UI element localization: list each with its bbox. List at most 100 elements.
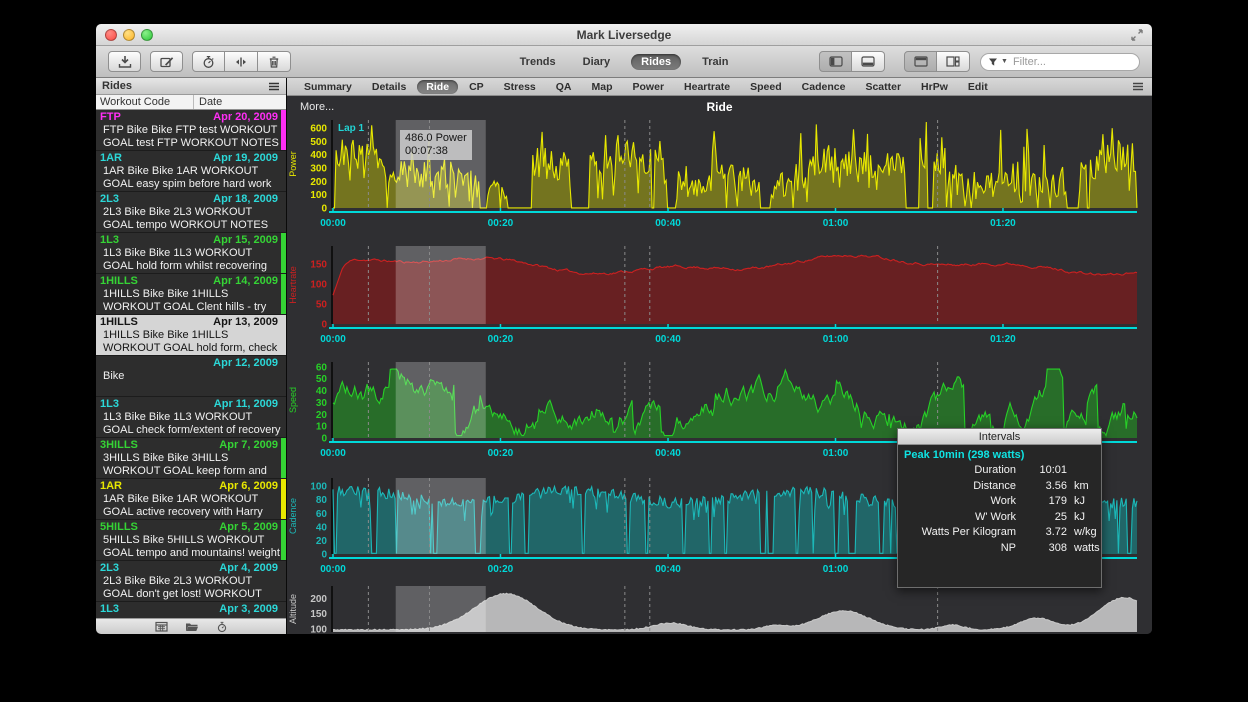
ride-workout-code: 1L3	[100, 398, 119, 411]
ride-list-item[interactable]: 2L3 Apr 18, 2009 2L3 Bike Bike 2L3 WORKO…	[96, 192, 286, 233]
rides-sidebar: Rides Workout Code Date FTP Apr 20, 2009…	[96, 78, 287, 634]
svg-text:500: 500	[310, 137, 327, 148]
ride-description-line2: GOAL tempo and mountains! weight	[100, 547, 282, 560]
ride-list-item[interactable]: 3HILLS Apr 7, 2009 3HILLS Bike Bike 3HIL…	[96, 438, 286, 479]
ride-workout-code: FTP	[100, 111, 121, 124]
ride-date: Apr 4, 2009	[219, 562, 278, 575]
single-view-button[interactable]	[904, 51, 937, 72]
interval-metric-row: W' Work 25 kJ	[904, 510, 1095, 526]
title-bar[interactable]: Mark Liversedge	[96, 24, 1152, 46]
nav-train[interactable]: Train	[696, 54, 734, 70]
tab-speed[interactable]: Speed	[741, 80, 791, 94]
svg-text:00:00: 00:00	[320, 564, 346, 575]
svg-text:Speed: Speed	[288, 387, 298, 413]
close-button[interactable]	[105, 29, 117, 41]
ride-workout-code: 1HILLS	[100, 275, 138, 288]
ride-list-item[interactable]: 1L3 Apr 15, 2009 1L3 Bike Bike 1L3 WORKO…	[96, 233, 286, 274]
ride-workout-code: 3HILLS	[100, 439, 138, 452]
tab-summary[interactable]: Summary	[295, 80, 361, 94]
intervals-popup[interactable]: Intervals Peak 10min (298 watts) Duratio…	[897, 428, 1102, 588]
tiled-view-button[interactable]	[937, 51, 970, 72]
delete-ride-button[interactable]	[258, 51, 291, 72]
stopwatch-icon	[201, 55, 216, 69]
heartrate-chart[interactable]: 050100150Heartrate00:0000:2000:4001:0001…	[287, 246, 1152, 350]
nav-trends[interactable]: Trends	[514, 54, 562, 70]
column-workout-code[interactable]: Workout Code	[96, 95, 194, 109]
edit-ride-button[interactable]	[150, 51, 183, 72]
ride-list-item[interactable]: 1L3 Apr 11, 2009 1L3 Bike Bike 1L3 WORKO…	[96, 397, 286, 438]
calendar-icon[interactable]	[155, 621, 168, 632]
ride-list-item[interactable]: Apr 12, 2009 Bike	[96, 356, 286, 397]
nav-rides[interactable]: Rides	[631, 54, 681, 70]
split-ride-button[interactable]	[225, 51, 258, 72]
ride-list-item[interactable]: 1HILLS Apr 14, 2009 1HILLS Bike Bike 1HI…	[96, 274, 286, 315]
metric-label: W' Work	[904, 510, 1016, 526]
svg-text:50: 50	[316, 300, 328, 311]
app-window: Mark Liversedge	[96, 24, 1152, 634]
nav-diary[interactable]: Diary	[577, 54, 617, 70]
ride-list-item[interactable]: 2L3 Apr 4, 2009 2L3 Bike Bike 2L3 WORKOU…	[96, 561, 286, 602]
folder-icon[interactable]	[185, 621, 199, 632]
tab-details[interactable]: Details	[363, 80, 415, 94]
tabbar-menu-icon[interactable]	[1132, 82, 1144, 91]
tab-cp[interactable]: CP	[460, 80, 493, 94]
ride-color-bar	[281, 479, 286, 519]
metric-unit: w/kg	[1074, 525, 1097, 541]
ride-list-item[interactable]: 1AR Apr 6, 2009 1AR Bike Bike 1AR WORKOU…	[96, 479, 286, 520]
tab-qa[interactable]: QA	[547, 80, 581, 94]
tooltip-power: 486.0 Power	[405, 132, 467, 145]
sidebar-menu-icon[interactable]	[268, 82, 280, 91]
zoom-button[interactable]	[141, 29, 153, 41]
svg-text:Heartrate: Heartrate	[288, 266, 298, 304]
ride-workout-code: 1AR	[100, 152, 122, 165]
tab-scatter[interactable]: Scatter	[856, 80, 910, 94]
ride-description-line2: WORKOUT GOAL keep form and	[100, 465, 282, 478]
tab-cadence[interactable]: Cadence	[793, 80, 855, 94]
ride-description-line1: 1AR Bike Bike 1AR WORKOUT	[100, 493, 282, 506]
fullscreen-icon[interactable]	[1130, 28, 1144, 42]
filter-input[interactable]	[1011, 55, 1152, 69]
ride-color-bar	[281, 274, 286, 314]
stopwatch-small-icon[interactable]	[216, 621, 228, 633]
ride-description-line1: FTP Bike Bike FTP test WORKOUT	[100, 124, 282, 137]
ride-description-line2: GOAL active recovery with Harry	[100, 506, 282, 519]
tab-ride[interactable]: Ride	[417, 80, 458, 94]
sidebar-column-headers[interactable]: Workout Code Date	[96, 95, 286, 110]
toggle-sidebar-button[interactable]	[819, 51, 852, 72]
metric-label: Duration	[904, 463, 1016, 479]
ride-list-item[interactable]: 1HILLS Apr 13, 2009 1HILLS Bike Bike 1HI…	[96, 315, 286, 356]
ride-color-bar	[281, 438, 286, 478]
ride-list-item[interactable]: FTP Apr 20, 2009 FTP Bike Bike FTP test …	[96, 110, 286, 151]
metric-value: 3.56	[1023, 479, 1067, 495]
interval-metric-row: Watts Per Kilogram 3.72 w/kg	[904, 525, 1095, 541]
ride-workout-code: 1L3	[100, 234, 119, 247]
analysis-tabbar: SummaryDetailsRideCPStressQAMapPowerHear…	[287, 78, 1152, 96]
tab-power[interactable]: Power	[624, 80, 674, 94]
download-button[interactable]	[108, 51, 141, 72]
ride-list-item[interactable]: 1L3 Apr 3, 2009	[96, 602, 286, 618]
svg-text:600: 600	[310, 124, 327, 135]
ride-list-item[interactable]: 5HILLS Apr 5, 2009 5HILLS Bike 5HILLS WO…	[96, 520, 286, 561]
interval-button[interactable]	[192, 51, 225, 72]
svg-text:100: 100	[310, 624, 327, 634]
tab-map[interactable]: Map	[583, 80, 622, 94]
tab-edit[interactable]: Edit	[959, 80, 997, 94]
ride-list[interactable]: FTP Apr 20, 2009 FTP Bike Bike FTP test …	[96, 110, 286, 618]
altitude-chart[interactable]: 100150200Altitude	[287, 586, 1152, 634]
metric-label: NP	[904, 541, 1016, 557]
tab-hrpw[interactable]: HrPw	[912, 80, 957, 94]
minimize-button[interactable]	[123, 29, 135, 41]
tab-stress[interactable]: Stress	[495, 80, 545, 94]
ride-description-line1: 3HILLS Bike Bike 3HILLS	[100, 452, 282, 465]
toggle-bottombar-button[interactable]	[852, 51, 885, 72]
ride-workout-code: 2L3	[100, 562, 119, 575]
tab-heartrate[interactable]: Heartrate	[675, 80, 739, 94]
filter-dropdown-caret[interactable]: ▼	[1001, 58, 1008, 65]
ride-color-bar	[281, 520, 286, 560]
intervals-popup-title[interactable]: Intervals	[898, 429, 1101, 445]
column-date[interactable]: Date	[194, 96, 222, 108]
ride-workout-code: 1L3	[100, 603, 119, 616]
svg-text:00:20: 00:20	[488, 564, 514, 575]
ride-list-item[interactable]: 1AR Apr 19, 2009 1AR Bike Bike 1AR WORKO…	[96, 151, 286, 192]
filter-field[interactable]: ▼	[980, 53, 1140, 71]
